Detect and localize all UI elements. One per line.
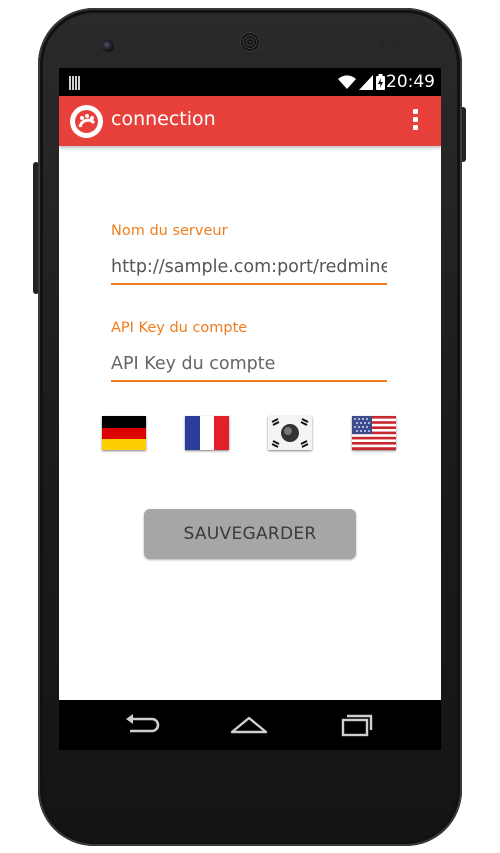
redmine-logo-icon	[70, 105, 103, 138]
signal-icon	[359, 75, 373, 90]
recent-apps-icon[interactable]	[337, 712, 377, 738]
app-bar: connection	[59, 96, 441, 146]
screen: 20:49 connection Nom du serveur API Key …	[59, 68, 441, 750]
status-clock: 20:49	[386, 72, 435, 92]
front-camera-icon	[102, 40, 114, 52]
server-input[interactable]	[111, 251, 387, 285]
server-label: Nom du serveur	[111, 223, 228, 239]
german-flag-icon[interactable]	[102, 416, 146, 450]
us-flag-icon[interactable]	[352, 416, 396, 450]
speaker-grille	[240, 32, 260, 52]
navigation-bar	[59, 700, 441, 750]
app-title: connection	[111, 108, 216, 130]
sensor-dot	[392, 40, 398, 46]
save-button[interactable]: SAUVEGARDER	[144, 509, 356, 559]
api-key-input[interactable]	[111, 348, 387, 382]
barcode-notification-icon	[69, 75, 83, 90]
home-icon[interactable]	[229, 712, 269, 738]
wifi-icon	[338, 75, 356, 89]
overflow-menu-icon[interactable]	[413, 109, 419, 133]
sensor-dot	[379, 40, 385, 46]
back-icon[interactable]	[122, 712, 162, 738]
korean-flag-icon[interactable]	[268, 416, 312, 450]
status-bar: 20:49	[59, 68, 441, 96]
french-flag-icon[interactable]	[185, 416, 229, 450]
api-key-label: API Key du compte	[111, 320, 248, 336]
status-icons	[338, 74, 385, 90]
battery-icon	[376, 74, 385, 90]
